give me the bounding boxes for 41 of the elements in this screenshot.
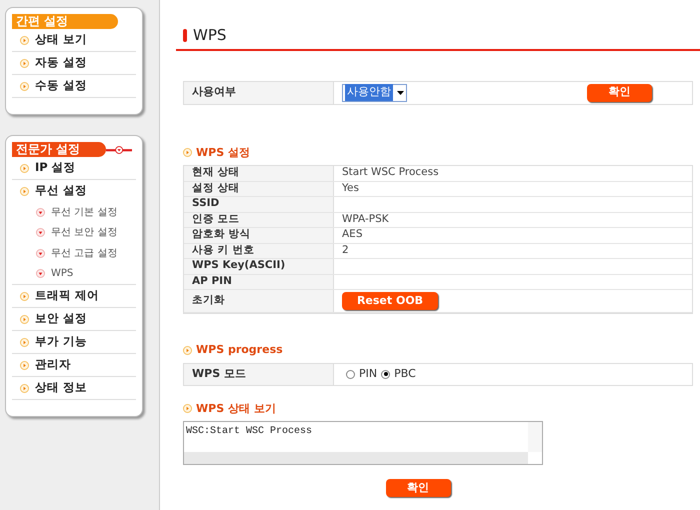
menu-item[interactable]: 트래픽 제어	[35, 287, 100, 305]
field-label: 현재 상태	[192, 165, 240, 180]
field-label: AP PIN	[192, 274, 232, 289]
log-text: WSC:Start WSC Process	[185, 425, 314, 439]
field-label: 암호화 방식	[192, 227, 251, 242]
field-label: 설정 상태	[192, 180, 240, 196]
submenu-item[interactable]: 무선 기본 설정	[51, 204, 118, 220]
field-value: 2	[342, 242, 349, 258]
menu-item[interactable]: 상태 보기	[35, 31, 88, 49]
field-label: 인증 모드	[192, 212, 240, 227]
menu-section-title: 간편 설정	[12, 14, 118, 29]
usage-select[interactable]: 사용안함	[342, 84, 407, 102]
menu-item[interactable]: 관리자	[35, 356, 71, 374]
field-label: 초기화	[192, 293, 225, 308]
field-label: SSID	[192, 196, 220, 212]
section-heading: WPS 상태 보기	[196, 400, 276, 416]
field-value: Yes	[342, 180, 359, 196]
field-label: WPS Key(ASCII)	[192, 258, 286, 274]
menu-item[interactable]: 보안 설정	[35, 310, 88, 328]
menu-item[interactable]: 자동 설정	[35, 54, 88, 72]
section-heading: WPS 설정	[196, 144, 250, 160]
menu-item[interactable]: 부가 기능	[35, 333, 88, 351]
menu-item[interactable]: 무선 설정	[35, 182, 88, 200]
page-title: WPS	[193, 25, 226, 46]
radio-label: PIN	[359, 366, 378, 382]
submenu-item[interactable]: 무선 고급 설정	[51, 246, 118, 261]
field-value: WPA-PSK	[342, 212, 389, 227]
submenu-item[interactable]: WPS	[51, 266, 74, 282]
menu-section-title: 전문가 설정	[12, 142, 106, 157]
section-heading: WPS progress	[196, 342, 283, 358]
submenu-item[interactable]: 무선 보안 설정	[51, 225, 118, 240]
menu-item[interactable]: 상태 정보	[35, 379, 88, 397]
field-value: Start WSC Process	[342, 165, 439, 180]
status-log[interactable]: WSC:Start WSC Process	[183, 421, 543, 465]
field-label: 사용여부	[192, 84, 236, 100]
menu-item[interactable]: IP 설정	[35, 159, 76, 177]
field-value: AES	[342, 227, 362, 242]
field-label: WPS 모드	[192, 366, 246, 382]
radio-label: PBC	[394, 366, 416, 382]
menu-item[interactable]: 수동 설정	[35, 77, 88, 95]
field-label: 사용 키 번호	[192, 242, 254, 258]
